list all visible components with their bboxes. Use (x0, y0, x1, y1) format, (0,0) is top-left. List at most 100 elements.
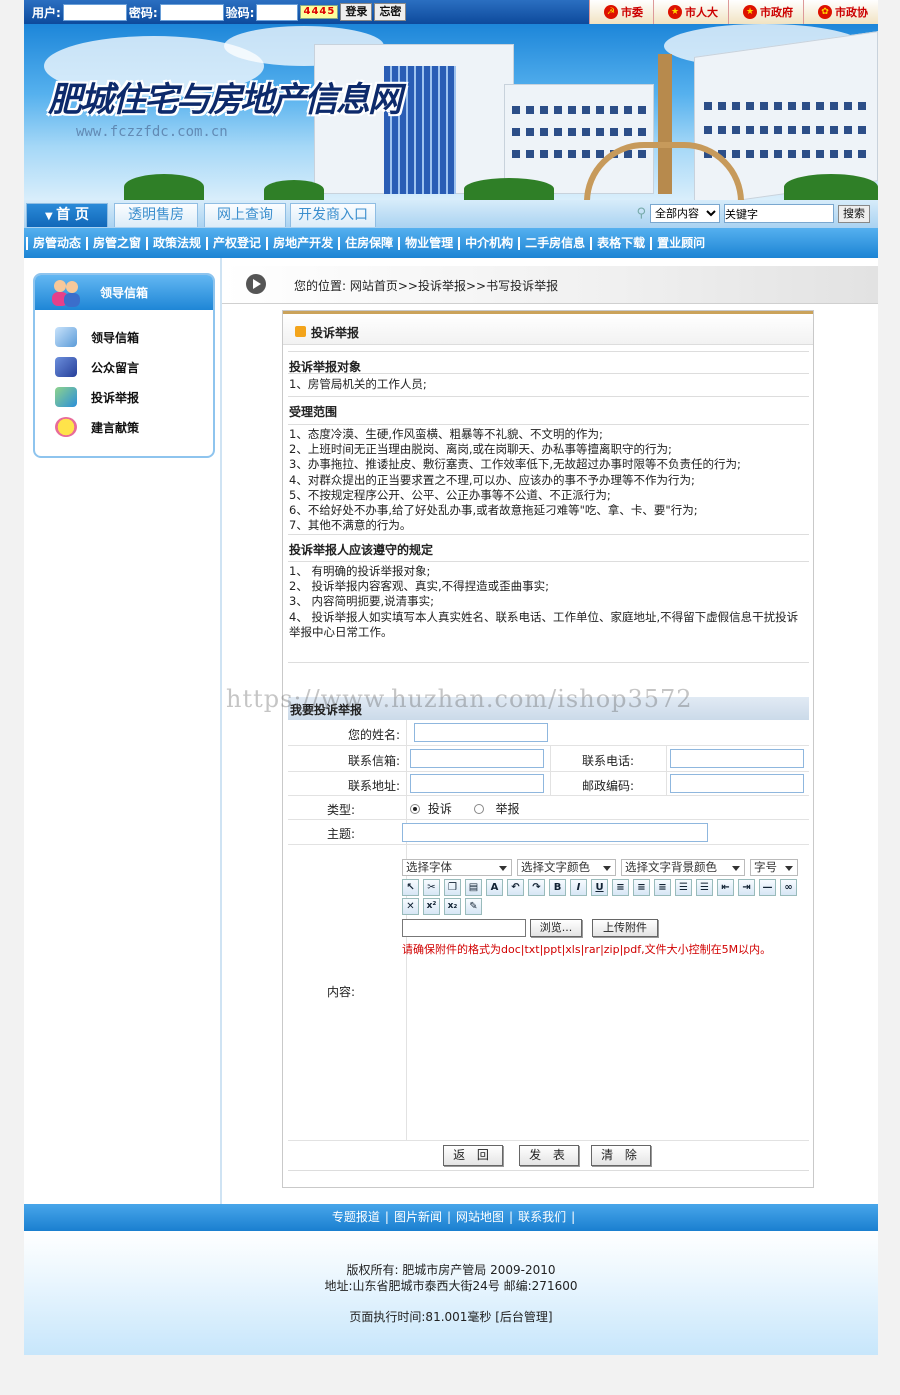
text-bgcolor-select[interactable]: 选择文字背景颜色 (621, 859, 745, 876)
nav-item[interactable]: 房地产开发 (266, 236, 338, 250)
people-icon (52, 280, 80, 307)
text-color-select[interactable]: 选择文字颜色 (517, 859, 616, 876)
gov-link-label: 市委 (621, 6, 643, 19)
align-left-icon[interactable]: ≡ (612, 879, 629, 896)
sidebar-item-public-message[interactable]: 公众留言 (55, 357, 139, 377)
radio-label: 投诉 (427, 802, 452, 816)
search-button[interactable]: 搜索 (838, 204, 870, 223)
nav-item[interactable]: 二手房信息 (518, 236, 590, 250)
address-input[interactable] (410, 774, 544, 793)
nav-item[interactable]: 产权登记 (206, 236, 266, 250)
footer-link[interactable]: 图片新闻 (389, 1210, 447, 1224)
book-icon (55, 357, 77, 377)
search-scope-select[interactable]: 全部内容 (650, 204, 720, 223)
subject-label: 主题: (326, 827, 355, 841)
outdent-icon[interactable]: ⇤ (717, 879, 734, 896)
undo-icon[interactable]: ↶ (507, 879, 524, 896)
underline-icon[interactable]: U (591, 879, 608, 896)
zip-input[interactable] (670, 774, 804, 793)
nav-item[interactable]: 房管动态 (26, 236, 86, 250)
subscript-icon[interactable]: x₂ (444, 898, 461, 915)
redo-icon[interactable]: ↷ (528, 879, 545, 896)
superscript-icon[interactable]: x² (423, 898, 440, 915)
nav-item[interactable]: 房管之窗 (86, 236, 146, 250)
align-center-icon[interactable]: ≡ (633, 879, 650, 896)
name-input[interactable] (414, 723, 548, 742)
login-button[interactable]: 登录 (340, 3, 373, 21)
cursor-icon[interactable]: ↖ (402, 879, 419, 896)
font-size-select[interactable]: 字号 (750, 859, 798, 876)
site-logo-title: 肥城住宅与房地产信息网 (48, 80, 402, 120)
nav-item[interactable]: 物业管理 (398, 236, 458, 250)
submit-button[interactable]: 发 表 (519, 1145, 579, 1166)
tab-home[interactable]: ▼ 首 页 (26, 203, 108, 227)
category-nav: 房管动态 房管之窗 政策法规 产权登记 房地产开发 住房保障 物业管理 中介机构… (24, 228, 878, 258)
panel-header: 投诉举报 (283, 311, 813, 345)
indent-icon[interactable]: ⇥ (738, 879, 755, 896)
horizontal-rule-icon[interactable]: — (759, 879, 776, 896)
sidebar-item-suggestion[interactable]: 建言献策 (55, 417, 139, 437)
sidebar-item-label: 公众留言 (91, 360, 140, 375)
section-heading: 投诉举报对象 (288, 351, 809, 374)
attachment-path-input[interactable] (402, 919, 526, 937)
ordered-list-icon[interactable]: ☰ (675, 879, 692, 896)
type-radio-group: 投诉 举报 (410, 800, 520, 817)
font-select[interactable]: 选择字体 (402, 859, 512, 876)
sidebar-item-complaint[interactable]: 投诉举报 (55, 387, 139, 407)
tab-online-query[interactable]: 网上查询 (204, 203, 286, 227)
type-complaint-radio[interactable] (410, 804, 420, 814)
content-editor[interactable] (408, 959, 808, 1137)
tab-transparent-sales[interactable]: 透明售房 (114, 203, 198, 227)
clear-button[interactable]: 清 除 (591, 1145, 651, 1166)
unlink-icon[interactable]: ✕ (402, 898, 419, 915)
sidebar-item-leader-mailbox[interactable]: 领导信箱 (55, 327, 139, 347)
gov-link-congress[interactable]: ★ 市人大 (653, 0, 728, 24)
phone-input[interactable] (670, 749, 804, 768)
watermark: https://www.huzhan.com/ishop3572 (226, 685, 693, 713)
complaint-panel: 投诉举报 投诉举报对象 1、房管局机关的工作人员; 受理范围 1、态度冷漠、生硬… (282, 310, 814, 1188)
upload-button[interactable]: 上传附件 (592, 919, 658, 937)
nav-item[interactable]: 住房保障 (338, 236, 398, 250)
footer-link[interactable]: 专题报道 (327, 1210, 385, 1224)
search-input[interactable] (724, 204, 834, 223)
captcha-input[interactable] (256, 3, 299, 21)
text-line: 3、 内容简明扼要,说清事实; (289, 594, 435, 609)
column-divider (220, 258, 222, 1204)
browse-button[interactable]: 浏览... (530, 919, 582, 937)
text-line: 4、对群众提出的正当要求置之不理,可以办、应该办的事不予办理等不作为行为; (289, 472, 695, 487)
gov-link-cppcc[interactable]: ✿ 市政协 (803, 0, 878, 24)
back-button[interactable]: 返 回 (443, 1145, 503, 1166)
phone-label: 联系电话: (581, 754, 634, 768)
forgot-password-button[interactable]: 忘密 (374, 3, 407, 21)
nav-item[interactable]: 置业顾问 (650, 236, 710, 250)
user-input[interactable] (62, 3, 127, 21)
text-line: 5、不按规定程序公开、公平、公正办事等不公道、不正派行为; (289, 487, 611, 502)
text-line: 2、 投诉举报内容客观、真实,不得捏造或歪曲事实; (289, 579, 549, 594)
italic-icon[interactable]: I (570, 879, 587, 896)
link-icon[interactable]: ∞ (780, 879, 797, 896)
gov-link-government[interactable]: ★ 市政府 (728, 0, 803, 24)
gov-link-party[interactable]: ☭ 市委 (589, 0, 653, 24)
gov-link-label: 市政协 (835, 6, 868, 19)
subject-input[interactable] (402, 823, 708, 842)
captcha-image[interactable]: 4445 (300, 5, 339, 19)
text-color-icon[interactable]: A (486, 879, 503, 896)
bold-icon[interactable]: B (549, 879, 566, 896)
unordered-list-icon[interactable]: ☰ (696, 879, 713, 896)
cut-icon[interactable]: ✂ (423, 879, 440, 896)
nav-item[interactable]: 表格下载 (590, 236, 650, 250)
tab-developer-entry[interactable]: 开发商入口 (290, 203, 376, 227)
eraser-icon[interactable]: ✎ (465, 898, 482, 915)
sidebar-header: 领导信箱 (35, 275, 213, 310)
align-right-icon[interactable]: ≡ (654, 879, 671, 896)
type-report-radio[interactable] (473, 804, 484, 814)
copy-icon[interactable]: ❐ (444, 879, 461, 896)
paste-icon[interactable]: ▤ (465, 879, 482, 896)
password-input[interactable] (159, 3, 224, 21)
email-input[interactable] (410, 749, 544, 768)
nav-item[interactable]: 政策法规 (146, 236, 206, 250)
footer-link[interactable]: 联系我们 (513, 1210, 571, 1224)
nav-item[interactable]: 中介机构 (458, 236, 518, 250)
site-logo-url: www.fczzfdc.com.cn (76, 124, 228, 140)
footer-link[interactable]: 网站地图 (451, 1210, 509, 1224)
